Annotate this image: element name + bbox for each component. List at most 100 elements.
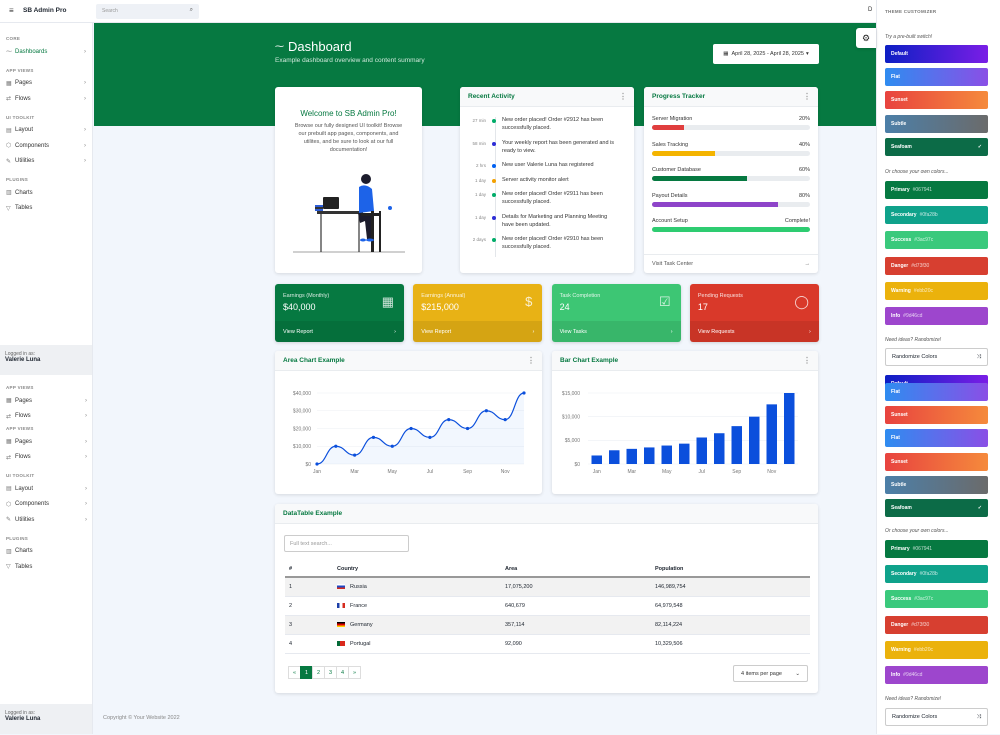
theme-button-sunset[interactable]: Sunset — [885, 452, 988, 471]
sidebar-item-pages[interactable]: ▦ Pages › — [0, 76, 92, 92]
stat-link[interactable]: View Requests › — [689, 321, 819, 342]
package-icon: ⬡ — [6, 501, 12, 508]
color-button-secondary[interactable]: Secondary #0fa28b — [885, 565, 988, 584]
color-button-danger[interactable]: Danger #d73f30 — [885, 256, 988, 275]
search-box[interactable]: Search ⌕ — [96, 4, 199, 19]
settings-toggle[interactable]: ⚙ — [856, 28, 876, 48]
theme-button-subtle[interactable]: Subtle — [885, 114, 988, 133]
table-row[interactable]: 3 Germany 357,114 82,114,224 — [285, 615, 810, 635]
progress-value: 60% — [798, 167, 810, 173]
stat-link[interactable]: View Report › — [275, 321, 404, 342]
color-button-danger[interactable]: Danger #d73f30 — [885, 615, 988, 634]
customizer-hint: Try a pre-built switch! — [885, 34, 933, 40]
theme-button-flat[interactable]: Flat — [885, 383, 988, 401]
theme-button-default[interactable]: Default — [885, 45, 988, 63]
cell-text: Portugal — [350, 640, 371, 647]
color-button-success[interactable]: Success #3ac97c — [885, 231, 988, 250]
menu-icon[interactable]: ≡ — [9, 6, 14, 15]
theme-button-subtle[interactable]: Subtle — [885, 475, 988, 494]
color-button-info[interactable]: Info #9d46cd — [885, 666, 988, 684]
sidebar-item-label: Components — [15, 501, 50, 508]
more-vertical-icon[interactable]: ⋮ — [619, 92, 627, 101]
progress-label: Server Migration — [652, 116, 693, 122]
sidebar-item-flows[interactable]: ⇄ Flows › — [0, 409, 92, 425]
theme-button-seafoam[interactable]: Seafoam ✓ — [885, 499, 988, 517]
sidebar-item-components[interactable]: ⬡ Components › — [0, 138, 92, 154]
color-button-info[interactable]: Info #9d46cd — [885, 307, 988, 325]
table-row[interactable]: 1 Russia 17,075,200 146,989,754 — [285, 577, 810, 597]
table-row[interactable]: 2 France 640,679 64,979,548 — [285, 596, 810, 616]
color-button-primary[interactable]: Primary #067941 — [885, 181, 988, 199]
sidebar-item-charts[interactable]: ▥ Charts — [0, 544, 92, 560]
filter-icon: ▽ — [6, 205, 11, 212]
brand[interactable]: SB Admin Pro — [23, 7, 66, 14]
timeline-dot — [492, 193, 496, 197]
sidebar-item-layout[interactable]: ▤ Layout › — [0, 481, 92, 497]
sidebar-item-charts[interactable]: ▥ Charts — [0, 185, 92, 201]
more-vertical-icon[interactable]: ⋮ — [803, 92, 811, 101]
search-icon[interactable]: ⌕ — [190, 7, 193, 14]
date-range-picker[interactable]: ▦ April 28, 2025 - April 28, 2025 ▾ — [713, 44, 819, 64]
stat-link[interactable]: View Tasks › — [551, 321, 681, 342]
sidebar-item-pages[interactable]: ▦ Pages › — [0, 393, 92, 409]
sidebar-item-layout[interactable]: ▤ Layout › — [0, 123, 92, 139]
sidebar-item-utilities[interactable]: ✎ Utilities › — [0, 512, 92, 528]
per-page-select[interactable]: 4 items per page ⌄ — [733, 665, 808, 682]
sidebar-item-utilities[interactable]: ✎ Utilities › — [0, 154, 92, 170]
user-avatar[interactable]: D — [868, 7, 872, 13]
bar — [749, 416, 760, 464]
search-input[interactable]: Search — [102, 8, 118, 14]
data-point — [390, 444, 394, 448]
stat-link[interactable]: View Report › — [413, 321, 543, 342]
sidebar-item-components[interactable]: ⬡ Components › — [0, 497, 92, 513]
chevron-right-icon: › — [809, 328, 811, 335]
color-hex: #3ac97c — [914, 596, 934, 603]
more-vertical-icon[interactable]: ⋮ — [527, 356, 535, 365]
theme-button-sunset[interactable]: Sunset — [885, 406, 988, 425]
sidebar-item-tables[interactable]: ▽ Tables — [0, 201, 92, 217]
table-search-input[interactable]: Full text search... — [284, 535, 409, 552]
theme-button-flat[interactable]: Flat — [885, 68, 988, 87]
bar — [661, 445, 672, 464]
color-button-secondary[interactable]: Secondary #0fa28b — [885, 206, 988, 225]
footer-copyright: Copyright © Your Website 2022 — [103, 715, 180, 721]
theme-name: Sunset — [891, 412, 908, 419]
randomize-label: Randomize Colors — [892, 714, 938, 720]
cell-text: 146,989,754 — [655, 583, 686, 590]
visit-task-center-link[interactable]: Visit Task Center → — [644, 254, 818, 273]
randomize-button[interactable]: Randomize Colors ⤨ — [885, 348, 988, 366]
package-icon: ⬡ — [6, 143, 12, 150]
color-name: Warning — [891, 287, 911, 294]
more-vertical-icon[interactable]: ⋮ — [803, 356, 811, 365]
chevron-down-icon: ⌄ — [795, 670, 800, 677]
sidebar-item-dashboards[interactable]: ⁓ Dashboards › — [0, 44, 92, 60]
sidebar-item-label: Charts — [15, 548, 33, 555]
theme-button-seafoam[interactable]: Seafoam ✓ — [885, 137, 988, 156]
table-row[interactable]: 4 Portugal 92,090 10,329,506 — [285, 634, 810, 654]
sidebar-item-label: Layout — [15, 127, 34, 134]
flag-icon — [337, 602, 345, 608]
column-header[interactable]: Population — [651, 561, 810, 578]
sidebar-item-flows[interactable]: ⇄ Flows › — [0, 91, 92, 107]
column-header[interactable]: Area — [501, 561, 651, 578]
column-header[interactable]: # — [285, 561, 333, 578]
progress-label: Sales Tracking — [652, 141, 689, 148]
color-button-primary[interactable]: Primary #067941 — [885, 540, 988, 558]
color-name: Warning — [891, 646, 911, 653]
theme-name: Subtle — [891, 481, 907, 488]
sidebar-item-pages[interactable]: ▦ Pages › — [0, 434, 92, 450]
theme-button-sunset[interactable]: Sunset — [885, 91, 988, 110]
theme-button-flat[interactable]: Flat — [885, 429, 988, 448]
sidebar-item-flows[interactable]: ⇄ Flows › — [0, 450, 92, 466]
progress-item: Server Migration 20% — [652, 116, 810, 122]
chevron-right-icon: › — [85, 516, 87, 523]
bar — [714, 433, 725, 464]
sidebar-item-tables[interactable]: ▽ Tables — [0, 559, 92, 575]
randomize-button[interactable]: Randomize Colors ⤨ — [885, 708, 988, 726]
page-button[interactable]: » — [348, 666, 361, 679]
color-name: Danger — [891, 621, 909, 628]
color-button-warning[interactable]: Warning #ebb20c — [885, 281, 988, 300]
color-button-warning[interactable]: Warning #ebb20c — [885, 640, 988, 659]
color-button-success[interactable]: Success #3ac97c — [885, 590, 988, 609]
column-header[interactable]: Country — [333, 561, 501, 578]
